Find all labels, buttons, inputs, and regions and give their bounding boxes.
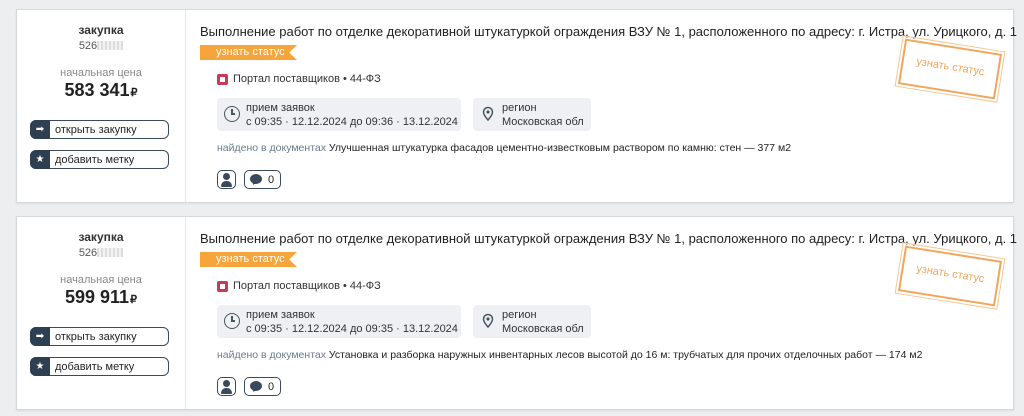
status-stamp[interactable]: узнать статус — [894, 241, 1006, 311]
arrow-right-icon: ➡ — [30, 120, 50, 139]
price-label: начальная цена — [60, 274, 142, 286]
portal-info: Портал поставщиков • 44-ФЗ — [217, 280, 381, 292]
price-value: 583 341₽ — [64, 80, 138, 100]
open-tender-button[interactable]: ➡ открыть закупку — [30, 120, 169, 139]
application-period: прием заявок с 09:35 · 12.12.2024 до 09:… — [217, 98, 461, 131]
ruble-sign: ₽ — [130, 87, 138, 99]
found-text: Установка и разборка наружных инвентарны… — [328, 349, 923, 361]
found-text: Улучшенная штукатурка фасадов цементно-и… — [328, 142, 792, 154]
add-mark-button[interactable]: ★ добавить метку — [30, 357, 169, 376]
card-actions: 0 — [217, 170, 281, 189]
found-label: найдено в документах — [217, 349, 326, 361]
application-period: прием заявок с 09:35 · 12.12.2024 до 09:… — [217, 305, 461, 338]
comment-icon — [250, 174, 262, 184]
comments-count: 0 — [268, 381, 275, 393]
status-stamp[interactable]: узнать статус — [894, 34, 1006, 104]
tender-kind: закупка — [78, 23, 124, 37]
status-ribbon[interactable]: узнать статус — [200, 45, 297, 60]
user-icon[interactable] — [217, 377, 236, 396]
tender-card: закупка 526 начальная цена 583 341₽ ➡ от… — [16, 9, 1017, 203]
tender-number: 526 — [17, 247, 185, 259]
card-details: Выполнение работ по отделке декоративной… — [200, 10, 1017, 202]
star-icon: ★ — [30, 150, 50, 169]
tender-kind: закупка — [78, 230, 124, 244]
price-label: начальная цена — [60, 67, 142, 79]
star-icon: ★ — [30, 357, 50, 376]
found-in-documents: найдено в документах Установка и разборк… — [217, 349, 922, 361]
comments-button[interactable]: 0 — [244, 377, 281, 396]
tender-number: 526 — [17, 40, 185, 52]
card-actions: 0 — [217, 377, 281, 396]
price-value: 599 911₽ — [64, 287, 138, 307]
portal-icon — [217, 280, 228, 292]
found-label: найдено в документах — [217, 142, 326, 154]
open-tender-button[interactable]: ➡ открыть закупку — [30, 327, 169, 346]
region-info: регион Московская обл — [473, 305, 591, 338]
masked-number — [97, 41, 124, 50]
ruble-sign: ₽ — [130, 294, 138, 306]
comment-icon — [250, 381, 262, 391]
comments-button[interactable]: 0 — [244, 170, 281, 189]
status-ribbon[interactable]: узнать статус — [200, 252, 297, 267]
card-summary: закупка 526 начальная цена 583 341₽ ➡ от… — [17, 10, 186, 202]
location-pin-icon — [482, 106, 494, 122]
comments-count: 0 — [268, 174, 275, 186]
portal-icon — [217, 73, 228, 85]
portal-info: Портал поставщиков • 44-ФЗ — [217, 73, 381, 85]
region-info: регион Московская обл — [473, 98, 591, 131]
tender-title-link[interactable]: Выполнение работ по отделке декоративной… — [200, 231, 1017, 246]
user-icon[interactable] — [217, 170, 236, 189]
masked-number — [97, 248, 124, 257]
found-in-documents: найдено в документах Улучшенная штукатур… — [217, 142, 791, 154]
clock-icon — [224, 313, 240, 329]
add-mark-button[interactable]: ★ добавить метку — [30, 150, 169, 169]
clock-icon — [224, 106, 240, 122]
card-details: Выполнение работ по отделке декоративной… — [200, 217, 1017, 409]
arrow-right-icon: ➡ — [30, 327, 50, 346]
tender-title-link[interactable]: Выполнение работ по отделке декоративной… — [200, 24, 1017, 39]
location-pin-icon — [482, 313, 494, 329]
card-summary: закупка 526 начальная цена 599 911₽ ➡ от… — [17, 217, 186, 409]
tender-card: закупка 526 начальная цена 599 911₽ ➡ от… — [16, 216, 1017, 410]
